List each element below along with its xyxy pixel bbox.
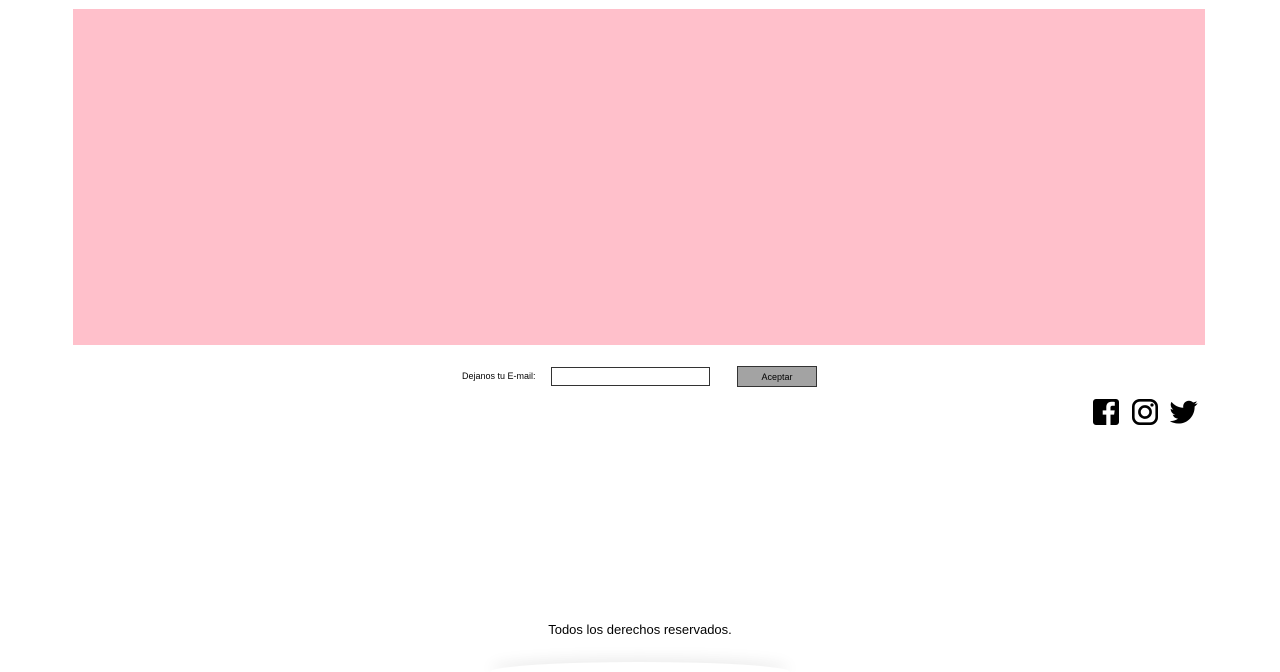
email-label: Dejanos tu E-mail: [462, 371, 536, 381]
newsletter-form: Dejanos tu E-mail: Aceptar [0, 366, 1280, 387]
accept-button[interactable]: Aceptar [737, 366, 817, 387]
twitter-icon[interactable] [1170, 398, 1198, 426]
footer-shadow [490, 662, 790, 672]
hero-banner [73, 9, 1205, 345]
page: Dejanos tu E-mail: Aceptar Todos los der… [0, 0, 1280, 672]
social-links [1090, 398, 1202, 426]
instagram-icon[interactable] [1131, 398, 1159, 426]
facebook-icon[interactable] [1092, 398, 1120, 426]
copyright-text: Todos los derechos reservados. [548, 622, 732, 637]
email-field[interactable] [551, 367, 710, 386]
